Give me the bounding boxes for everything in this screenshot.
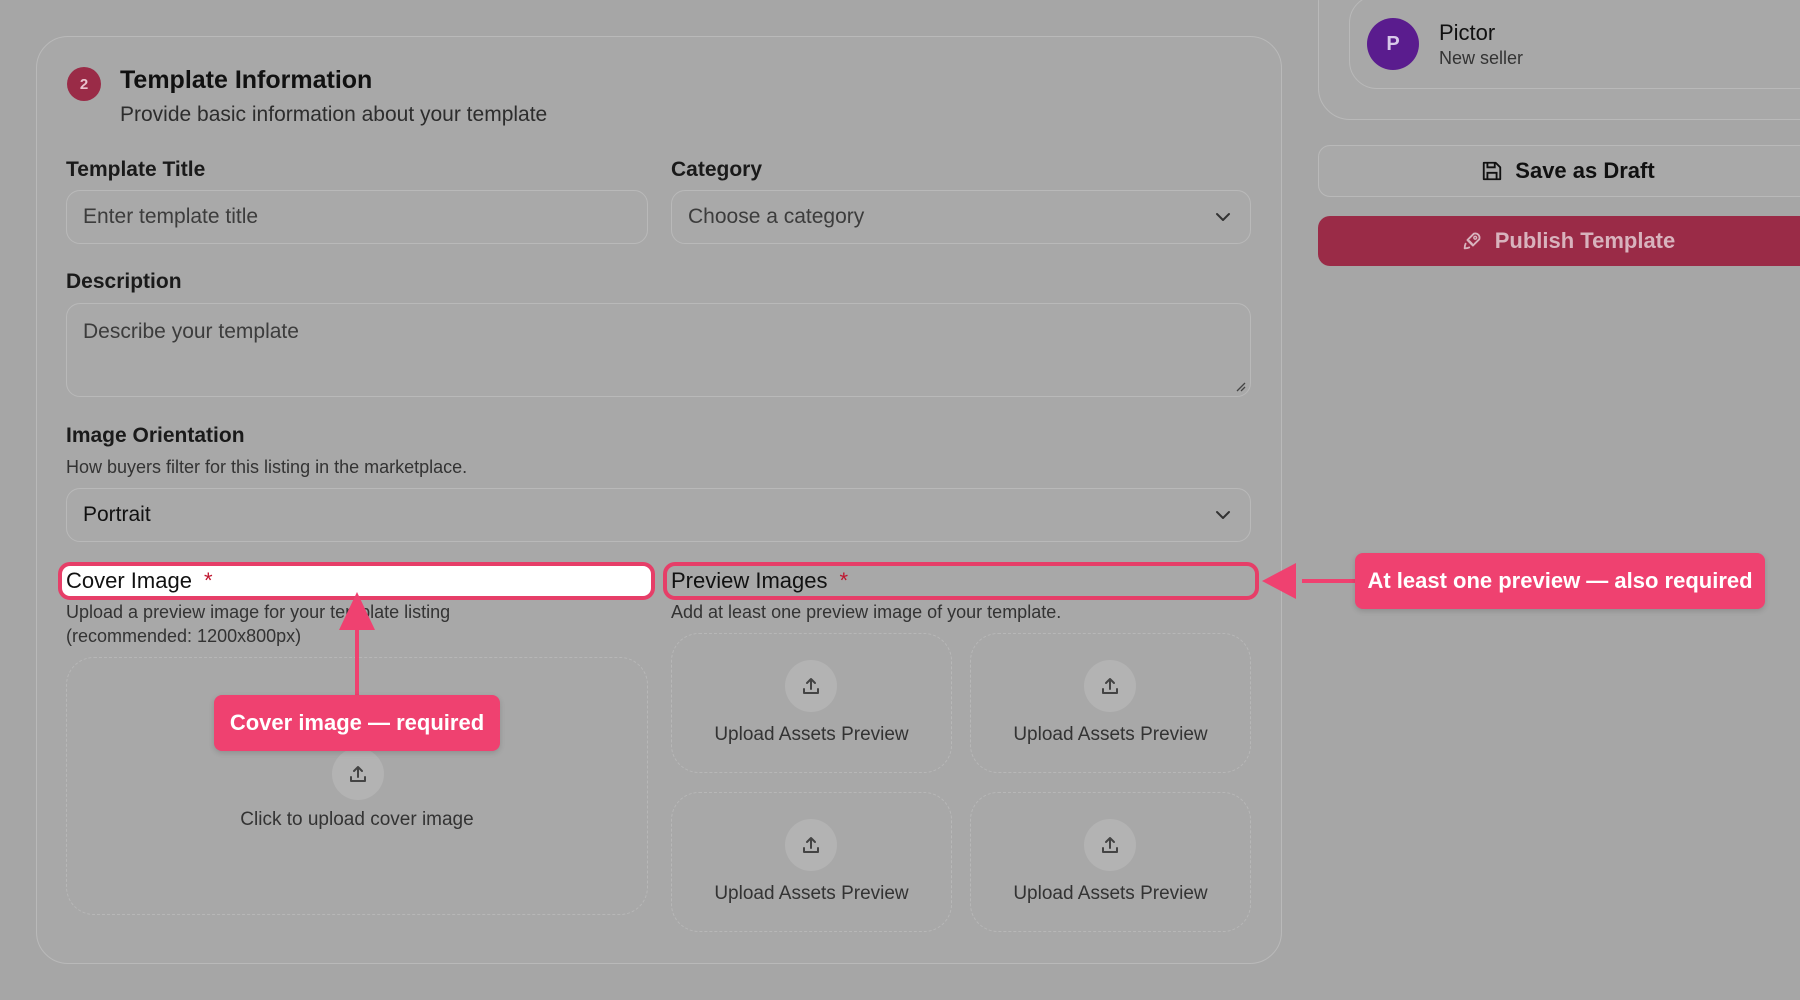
preview-images-label: Preview Images * [671, 568, 848, 594]
upload-icon [1084, 819, 1136, 871]
page: 2 Template Information Provide basic inf… [0, 0, 1800, 1000]
seller-role: New seller [1439, 48, 1524, 68]
preview-upload-slot[interactable]: Upload Assets Preview [970, 792, 1251, 932]
orientation-helper: How buyers filter for this listing in th… [66, 457, 468, 477]
publish-template-button[interactable]: Publish Template [1318, 216, 1800, 266]
resize-handle-icon[interactable] [1234, 380, 1246, 392]
cover-image-label: Cover Image * [66, 568, 213, 594]
preview-images-label-text: Preview Images [671, 568, 828, 593]
upload-icon [332, 748, 384, 800]
chevron-down-icon [1216, 213, 1230, 221]
cover-image-label-text: Cover Image [66, 568, 192, 593]
section-title: Template Information [120, 66, 373, 94]
cover-helper-line1: Upload a preview image for your template… [66, 602, 451, 622]
preview-helper: Add at least one preview image of your t… [671, 602, 1062, 622]
category-select[interactable]: Choose a category [671, 190, 1251, 244]
cover-upload-text: Click to upload cover image [240, 809, 474, 830]
preview-required-marker: * [839, 568, 849, 593]
save-draft-label: Save as Draft [1515, 158, 1655, 183]
preview-upload-slot[interactable]: Upload Assets Preview [970, 633, 1251, 773]
description-placeholder: Describe your template [83, 320, 299, 343]
description-label: Description [66, 270, 182, 293]
upload-icon [785, 819, 837, 871]
description-textarea[interactable]: Describe your template [66, 303, 1251, 397]
preview-slot-text: Upload Assets Preview [714, 724, 909, 745]
preview-required-callout: At least one preview — also required [1355, 553, 1765, 609]
template-title-label: Template Title [66, 158, 206, 181]
rocket-icon [1463, 232, 1481, 250]
preview-slot-text: Upload Assets Preview [1013, 883, 1208, 904]
save-icon [1483, 161, 1502, 181]
template-title-placeholder: Enter template title [83, 205, 259, 228]
section-subtitle: Provide basic information about your tem… [120, 103, 548, 126]
preview-upload-slot[interactable]: Upload Assets Preview [671, 633, 952, 773]
chevron-down-icon [1216, 511, 1230, 519]
preview-slot-text: Upload Assets Preview [714, 883, 909, 904]
category-label: Category [671, 158, 763, 181]
preview-upload-slot[interactable]: Upload Assets Preview [671, 792, 952, 932]
cover-required-callout: Cover image — required [214, 695, 500, 751]
cover-helper-line2: (recommended: 1200x800px) [66, 626, 302, 646]
step-badge: 2 [67, 67, 101, 101]
upload-icon [785, 660, 837, 712]
publish-label: Publish Template [1494, 228, 1676, 253]
save-draft-button[interactable]: Save as Draft [1318, 145, 1800, 197]
orientation-select[interactable]: Portrait [66, 488, 1251, 542]
orientation-label: Image Orientation [66, 424, 245, 447]
seller-name: Pictor [1439, 20, 1496, 45]
avatar: P [1367, 18, 1419, 70]
upload-icon [1084, 660, 1136, 712]
orientation-value: Portrait [83, 503, 151, 526]
preview-slot-text: Upload Assets Preview [1013, 724, 1208, 745]
category-placeholder: Choose a category [688, 205, 865, 228]
cover-required-marker: * [203, 568, 213, 593]
template-title-input[interactable]: Enter template title [66, 190, 648, 244]
cover-helper: Upload a preview image for your template… [66, 600, 450, 648]
